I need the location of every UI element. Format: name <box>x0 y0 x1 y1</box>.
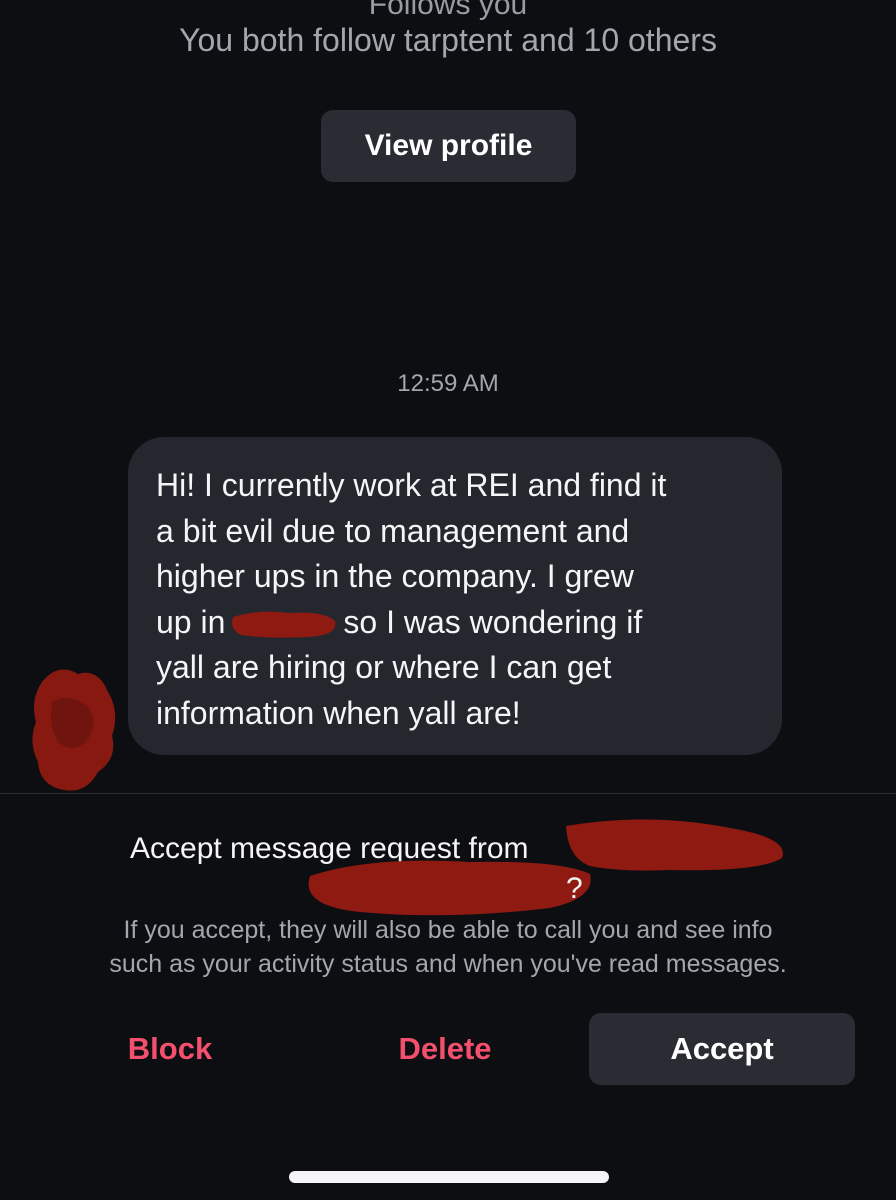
follows-you-label: Follows you <box>368 0 528 21</box>
message-line: higher ups in the company. I grew <box>156 558 634 594</box>
block-button[interactable]: Block <box>80 1013 260 1085</box>
question-mark: ? <box>566 872 583 905</box>
message-bubble: Hi! I currently work at REI and find it … <box>128 437 782 755</box>
message-line: a bit evil due to management and <box>156 512 630 549</box>
message-timestamp: 12:59 AM <box>397 370 499 397</box>
message-line: yall are hiring or where I can get <box>156 649 612 685</box>
message-text: so I was wondering if <box>343 603 643 640</box>
location-redaction <box>232 611 336 638</box>
username-redaction <box>308 819 783 916</box>
accept-button[interactable]: Accept <box>589 1013 855 1085</box>
message-line: information when yall are! <box>156 694 521 731</box>
delete-button[interactable]: Delete <box>355 1013 535 1085</box>
message-text: up in <box>156 603 226 640</box>
mutual-follows-text: You both follow tarptent and 10 others <box>179 22 717 58</box>
message-line: up in so I was wondering if <box>156 600 754 646</box>
home-indicator[interactable] <box>289 1171 609 1183</box>
accept-info-text: If you accept, they will also be able to… <box>0 913 896 981</box>
info-line: If you accept, they will also be able to… <box>123 916 773 944</box>
sender-avatar-redaction <box>32 669 116 791</box>
message-line: Hi! I currently work at REI and find it <box>156 467 667 503</box>
view-profile-button[interactable]: View profile <box>321 110 576 182</box>
info-line: such as your activity status and when yo… <box>109 950 787 978</box>
divider <box>0 793 896 794</box>
